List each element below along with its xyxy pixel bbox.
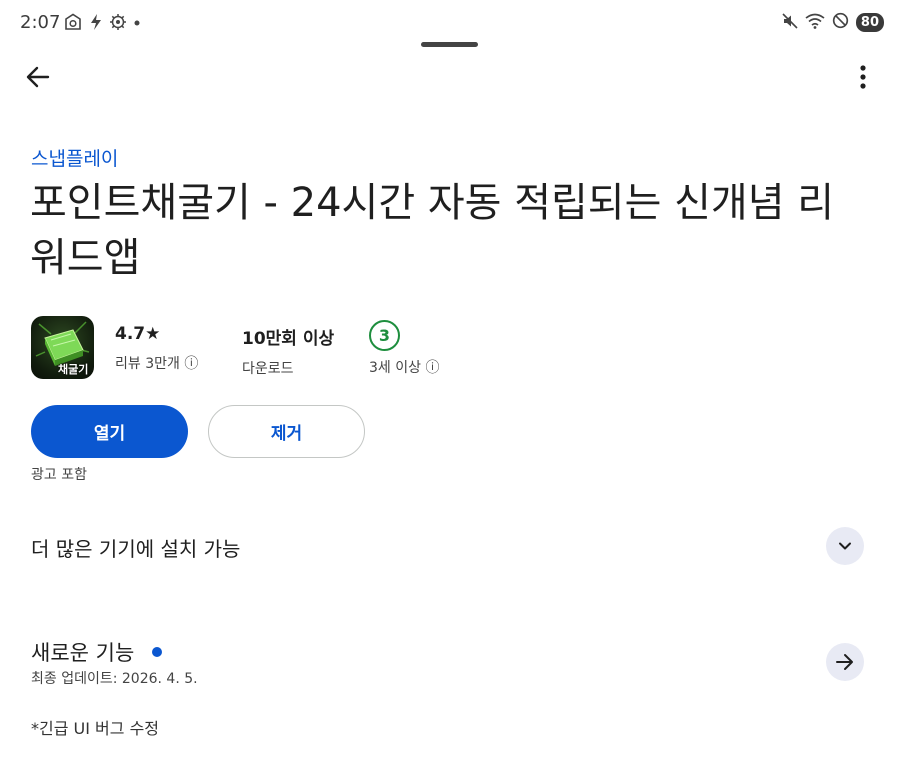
- reviews-count: 리뷰 3만개 ⓘ: [115, 356, 199, 372]
- last-updated: 최종 업데이트: 2026. 4. 5.: [31, 671, 198, 687]
- downloads-block: 10만회 이상 다운로드: [242, 324, 334, 378]
- age-rating-block[interactable]: 3 3세 이상 ⓘ: [369, 320, 439, 377]
- app-title: 포인트채굴기 - 24시간 자동 적립되는 신개념 리워드앱: [30, 180, 835, 281]
- wifi-icon: [805, 13, 825, 33]
- expand-devices-button[interactable]: [826, 527, 864, 565]
- whats-new-heading: 새로운 기능: [31, 641, 135, 665]
- rating-block[interactable]: 4.7★ 리뷰 3만개 ⓘ: [115, 324, 198, 373]
- whats-new-arrow-button[interactable]: [826, 643, 864, 681]
- chevron-down-icon: [839, 542, 851, 550]
- more-options-button[interactable]: [852, 62, 874, 92]
- battery-indicator: 80: [855, 13, 884, 32]
- do-not-disturb-icon: [832, 12, 849, 33]
- age-rating-label: 3세 이상 ⓘ: [369, 360, 440, 376]
- developer-link[interactable]: 스냅플레이: [31, 144, 118, 171]
- more-devices-heading[interactable]: 더 많은 기기에 설치 가능: [31, 533, 240, 562]
- contains-ads-note: 광고 포함: [31, 467, 87, 483]
- status-right-icons: 80: [782, 12, 884, 33]
- uninstall-button[interactable]: 제거: [208, 405, 365, 458]
- app-icon: 채굴기: [31, 316, 94, 379]
- arrow-left-icon: [26, 66, 50, 88]
- open-button[interactable]: 열기: [31, 405, 188, 458]
- status-left-icons: [63, 13, 141, 35]
- bolt-icon: [89, 13, 103, 35]
- downloads-label: 다운로드: [242, 361, 294, 377]
- arrow-right-icon: [836, 654, 853, 670]
- camera-app-icon: [63, 13, 83, 35]
- status-time: 2:07: [20, 12, 61, 33]
- back-button[interactable]: [24, 63, 52, 91]
- mute-icon: [782, 12, 798, 33]
- new-indicator-dot: [152, 647, 162, 657]
- dot-icon: [133, 13, 141, 35]
- rating-value: 4.7★: [115, 324, 161, 344]
- age-rating-badge: 3: [369, 320, 400, 351]
- more-vertical-icon: [860, 65, 866, 89]
- release-notes: *긴급 UI 버그 수정: [31, 719, 160, 738]
- settings-gear-icon: [109, 13, 127, 35]
- app-icon-label: 채굴기: [58, 363, 89, 376]
- downloads-value: 10만회 이상: [242, 329, 335, 349]
- drag-handle[interactable]: [421, 42, 478, 47]
